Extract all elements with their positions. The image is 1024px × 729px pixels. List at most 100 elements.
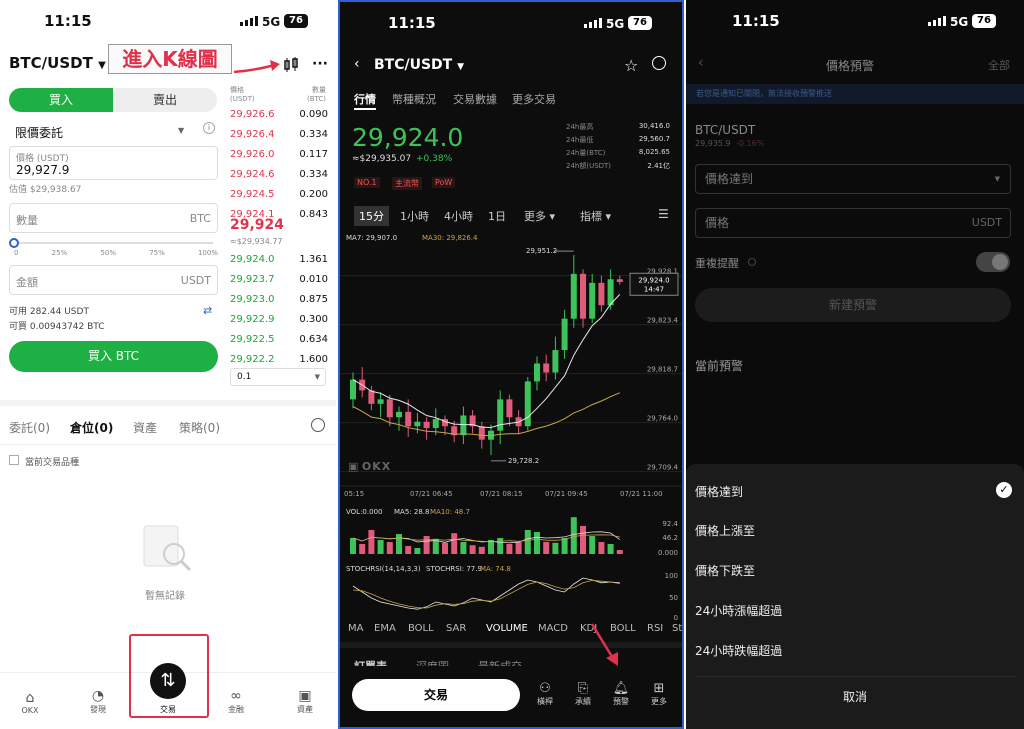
timeframe-1d[interactable]: 1日 bbox=[488, 208, 506, 224]
depth-select[interactable]: 0.1 ▼ bbox=[230, 368, 326, 386]
share-icon[interactable] bbox=[652, 56, 666, 70]
nav-okx[interactable]: ⌂ OKX bbox=[5, 690, 55, 715]
option-price-reaches[interactable]: 價格達到 bbox=[695, 483, 743, 500]
quantity-field[interactable]: 數量 BTC bbox=[9, 203, 218, 233]
candle bbox=[598, 282, 605, 306]
orderbook-row[interactable]: 29,924.6 0.334 bbox=[230, 169, 328, 180]
price-fiat: ≈$29,935.07 bbox=[352, 154, 412, 164]
tab-more-trading[interactable]: 更多交易 bbox=[512, 91, 556, 107]
checkbox[interactable] bbox=[9, 455, 19, 465]
current-alerts-label: 當前預警 bbox=[695, 359, 744, 373]
star-icon[interactable]: ☆ bbox=[624, 56, 638, 75]
tab-positions[interactable]: 倉位(0) bbox=[70, 419, 113, 436]
ind-sar[interactable]: SAR bbox=[446, 623, 466, 634]
candlestick-chart-icon[interactable] bbox=[283, 57, 299, 73]
all-alerts-link[interactable]: 全部 bbox=[988, 57, 1010, 73]
order-type-select[interactable]: 限價委託 bbox=[15, 124, 63, 141]
cancel-button[interactable]: 取消 bbox=[686, 688, 1024, 705]
price-input[interactable]: 價格 USDT bbox=[695, 208, 1011, 238]
trade-icon[interactable]: ⇅ bbox=[150, 663, 186, 699]
timeframe-more[interactable]: 更多 ▾ bbox=[524, 208, 555, 224]
orderbook-row[interactable]: 29,923.7 0.010 bbox=[230, 274, 328, 285]
more-icon[interactable]: ··· bbox=[312, 56, 328, 72]
tab-orders[interactable]: 委託(0) bbox=[9, 419, 50, 436]
history-icon[interactable] bbox=[311, 418, 325, 432]
volume-bar bbox=[359, 543, 366, 554]
orderbook-row[interactable]: 29,926.6 0.090 bbox=[230, 109, 328, 120]
leverage-button[interactable]: ⚇ 橫桿 bbox=[532, 681, 558, 707]
amount-field[interactable]: 金額 USDT bbox=[9, 265, 218, 295]
nav-assets[interactable]: ▣ 資產 bbox=[280, 688, 330, 715]
price-field[interactable]: 價格 (USDT) 29,927.9 bbox=[9, 146, 218, 180]
ind-ema[interactable]: EMA bbox=[374, 623, 396, 634]
orderbook-price: 29,926.0 bbox=[230, 149, 275, 160]
info-icon[interactable]: i bbox=[203, 122, 215, 134]
ind-ma[interactable]: MA bbox=[348, 623, 363, 634]
pair-selector[interactable]: BTC/USDT ▼ bbox=[9, 54, 106, 72]
settings-icon[interactable]: ☰ bbox=[658, 207, 669, 221]
orderbook-row[interactable]: 29,922.9 0.300 bbox=[230, 314, 328, 325]
timeframe-4h[interactable]: 4小時 bbox=[444, 208, 473, 224]
tab-trade-data[interactable]: 交易數據 bbox=[453, 91, 497, 107]
timeframe-15m[interactable]: 15分 bbox=[354, 206, 389, 226]
tab-assets[interactable]: 資產 bbox=[133, 419, 157, 436]
transfer-icon[interactable]: ⇄ bbox=[203, 304, 212, 317]
notice-banner-text: 若您是通知已關閉，無法接收預警推送 bbox=[696, 89, 832, 98]
pair-selector[interactable]: BTC/USDT ▼ bbox=[374, 57, 464, 73]
ind-rsi[interactable]: RSI bbox=[647, 623, 663, 634]
buy-tab[interactable]: 買入 bbox=[9, 88, 113, 112]
orderbook-row[interactable]: 29,922.5 0.634 bbox=[230, 334, 328, 345]
candle bbox=[460, 415, 467, 436]
notice-banner: 若您是通知已關閉，無法接收預警推送 bbox=[686, 84, 1024, 104]
tab-coin-overview[interactable]: 幣種概況 bbox=[392, 91, 436, 107]
volume-bar bbox=[515, 541, 522, 554]
repeat-toggle[interactable] bbox=[976, 252, 1010, 272]
tab-market[interactable]: 行情 bbox=[354, 91, 376, 107]
option-24h-fall-exceeds[interactable]: 24小時跌幅超過 bbox=[695, 642, 782, 659]
more-button[interactable]: ⊞ 更多 bbox=[646, 681, 672, 707]
buy-btc-button[interactable]: 買入 BTC bbox=[9, 341, 218, 372]
ind-volume[interactable]: VOLUME bbox=[486, 623, 528, 634]
slider-handle[interactable] bbox=[9, 238, 19, 248]
orderbook-row[interactable]: 29,922.2 1.600 bbox=[230, 354, 328, 365]
back-icon[interactable]: ‹ bbox=[354, 56, 360, 72]
nav-trade-label[interactable]: 交易 bbox=[148, 704, 188, 715]
timeframe-1h[interactable]: 1小時 bbox=[400, 208, 429, 224]
annotation-arrow-icon bbox=[590, 623, 618, 666]
sell-tab[interactable]: 賣出 bbox=[113, 88, 217, 112]
orderbook-row[interactable]: 29,924.0 1.361 bbox=[230, 254, 328, 265]
option-price-falls-to[interactable]: 價格下跌至 bbox=[695, 562, 755, 579]
orderbook-row[interactable]: 29,926.0 0.117 bbox=[230, 149, 328, 160]
ind-boll[interactable]: BOLL bbox=[408, 623, 434, 634]
condition-select[interactable]: 價格達到 ▼ bbox=[695, 164, 1011, 194]
status-time: 11:15 bbox=[388, 14, 436, 32]
info-icon[interactable] bbox=[748, 258, 756, 266]
orderbook-row[interactable]: 29,926.4 0.334 bbox=[230, 129, 328, 140]
candle bbox=[543, 363, 550, 373]
orderbook-qty: 0.010 bbox=[299, 274, 328, 285]
copy-trading-button[interactable]: ⎘ 承續 bbox=[570, 681, 596, 707]
candle bbox=[432, 419, 439, 429]
okx-logo-text: OKX bbox=[361, 460, 392, 473]
orderbook-row[interactable]: 29,923.0 0.875 bbox=[230, 294, 328, 305]
option-24h-rise-exceeds[interactable]: 24小時漲幅超過 bbox=[695, 602, 782, 619]
orderbook-qty: 0.875 bbox=[299, 294, 328, 305]
nav-finance[interactable]: ∞ 金融 bbox=[211, 688, 261, 715]
back-icon[interactable]: ‹ bbox=[698, 55, 704, 71]
indicator-menu[interactable]: 指標 ▾ bbox=[580, 208, 611, 224]
create-alert-button[interactable]: 新建預警 bbox=[695, 288, 1011, 322]
tab-strategies[interactable]: 策略(0) bbox=[179, 419, 220, 436]
ind-macd[interactable]: MACD bbox=[538, 623, 568, 634]
ind-stoch[interactable]: St bbox=[672, 623, 682, 634]
condition-select-label: 價格達到 bbox=[705, 172, 754, 186]
amount-slider[interactable] bbox=[13, 242, 213, 244]
orderbook-row[interactable]: 29,924.5 0.200 bbox=[230, 189, 328, 200]
ma30-legend: MA30: 29,826.4 bbox=[422, 234, 478, 242]
option-price-rises-to[interactable]: 價格上漲至 bbox=[695, 522, 755, 539]
price-alert-button[interactable]: 🔔︎ 預警 bbox=[608, 681, 634, 707]
volume-bar bbox=[524, 529, 531, 554]
orderbook-qty: 1.600 bbox=[299, 354, 328, 365]
trade-button[interactable]: 交易 bbox=[352, 679, 520, 711]
stat-label: 24h最高 bbox=[566, 123, 594, 131]
nav-discover[interactable]: ◔ 發現 bbox=[73, 688, 123, 715]
